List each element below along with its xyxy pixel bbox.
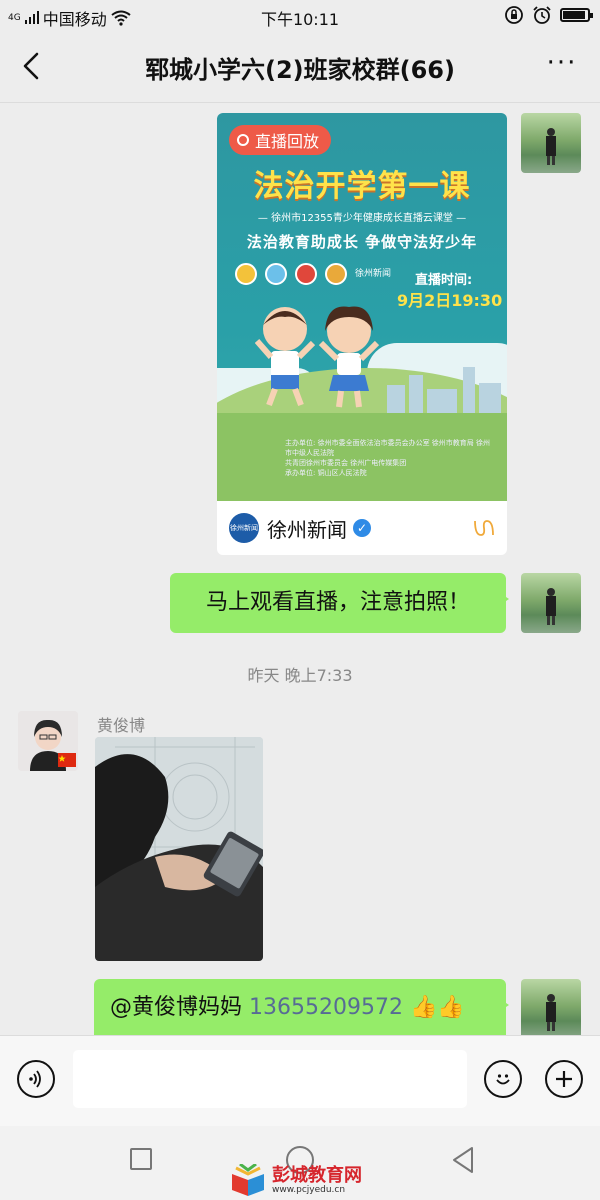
- sponsor-logos: 徐州新闻: [235, 263, 391, 285]
- status-right: [504, 5, 593, 25]
- chevron-left-icon[interactable]: [14, 48, 50, 84]
- card-source-bar: 徐州新闻 徐州新闻 ✓: [217, 501, 507, 555]
- girl-illustration: [318, 306, 380, 408]
- person-icon: [546, 588, 556, 625]
- building-shape: [409, 375, 423, 415]
- poster-credit-line: 主办单位: 徐州市委全面依法治市委员会办公室 徐州市教育局 徐州市中级人民法院: [285, 439, 491, 457]
- my-avatar[interactable]: [521, 113, 581, 173]
- sender-name: 黄俊博: [97, 716, 146, 735]
- plus-icon[interactable]: [545, 1060, 583, 1098]
- lock-rotation-icon: [505, 6, 523, 24]
- poster-credit-line: 承办单位: 铜山区人民法院: [285, 469, 367, 477]
- chat-header: 郓城小学六(2)班家校群(66) ···: [0, 32, 600, 103]
- system-nav-bar: 彭城教育网 www.pcjyedu.cn: [0, 1126, 600, 1200]
- message-timestamp: 昨天 晚上7:33: [247, 666, 353, 685]
- live-replay-badge: 直播回放: [229, 125, 332, 155]
- building-shape: [479, 383, 501, 413]
- smile-glyph: [496, 1074, 510, 1085]
- sponsor-logo-icon: [295, 263, 317, 285]
- back-triangle-icon[interactable]: [450, 1146, 476, 1174]
- building-shape: [463, 367, 475, 413]
- verified-check-icon: ✓: [353, 519, 371, 537]
- my-avatar[interactable]: [521, 573, 581, 633]
- more-dots-icon[interactable]: ···: [542, 50, 582, 82]
- outgoing-message[interactable]: 马上观看直播，注意拍照！: [170, 573, 509, 633]
- alarm-icon: [533, 6, 551, 24]
- building-shape: [387, 385, 405, 415]
- person-icon: [546, 994, 556, 1031]
- airtime-label: 直播时间:: [415, 273, 473, 288]
- plus-glyph: [556, 1071, 572, 1087]
- record-icon: [237, 134, 249, 146]
- small-source-logo: 徐州新闻: [355, 269, 392, 279]
- building-shape: [427, 389, 457, 413]
- sponsor-logo-icon: [265, 263, 287, 285]
- voice-wave-glyph: [29, 1070, 41, 1088]
- recent-apps-icon[interactable]: [130, 1148, 152, 1170]
- photo-content: [95, 737, 263, 961]
- source-name: 徐州新闻: [267, 517, 347, 542]
- battery-icon: [560, 8, 593, 22]
- mini-program-icon: [474, 520, 494, 536]
- sender-avatar[interactable]: [18, 711, 78, 771]
- watermark-name: 彭城教育网: [272, 1165, 362, 1186]
- poster-image: 直播回放 法治开学第一课 — 徐州市12355青少年健康成长直播云课堂 — 法治…: [217, 113, 507, 501]
- chat-title: 郓城小学六(2)班家校群(66): [145, 56, 455, 84]
- boy-illustration: [255, 307, 315, 407]
- source-logo-icon: 徐州新闻: [229, 513, 259, 543]
- poster-subtitle: — 徐州市12355青少年健康成长直播云课堂 —: [257, 213, 467, 224]
- mention-text: @黄俊博妈妈: [110, 995, 249, 1020]
- live-replay-card[interactable]: 直播回放 法治开学第一课 — 徐州市12355青少年健康成长直播云课堂 — 法治…: [217, 113, 507, 555]
- emoji-icon[interactable]: [484, 1060, 522, 1098]
- person-icon: [546, 128, 556, 165]
- book-logo-icon: [232, 1164, 264, 1196]
- china-flag-icon: [58, 753, 76, 767]
- status-bar: 4G 中国移动 下午10:11: [0, 0, 600, 32]
- thumbs-up-emoji: 👍👍: [409, 995, 465, 1020]
- battery-level: [563, 11, 585, 19]
- live-replay-label: 直播回放: [255, 132, 320, 151]
- poster-title: 法治开学第一课: [253, 169, 471, 204]
- poster-slogan: 法治教育助成长 争做守法好少年: [246, 233, 478, 251]
- input-bar: [0, 1035, 600, 1126]
- incoming-photo[interactable]: [95, 737, 263, 961]
- poster-credits: 主办单位: 徐州市委全面依法治市委员会办公室 徐州市教育局 徐州市中级人民法院 …: [285, 438, 495, 478]
- phone-number-link[interactable]: 13655209572: [249, 995, 403, 1020]
- sponsor-logo-icon: [235, 263, 257, 285]
- watermark-url: www.pcjyedu.cn: [272, 1185, 346, 1195]
- poster-credit-line: 共青团徐州市委员会 徐州广电传媒集团: [285, 459, 407, 467]
- message-input[interactable]: [73, 1050, 467, 1108]
- watermark: 彭城教育网 www.pcjyedu.cn: [230, 1164, 362, 1198]
- sponsor-logo-icon: [325, 263, 347, 285]
- airtime-value: 9月2日19:30: [397, 291, 503, 310]
- my-avatar[interactable]: [521, 979, 581, 1039]
- voice-icon[interactable]: [17, 1060, 55, 1098]
